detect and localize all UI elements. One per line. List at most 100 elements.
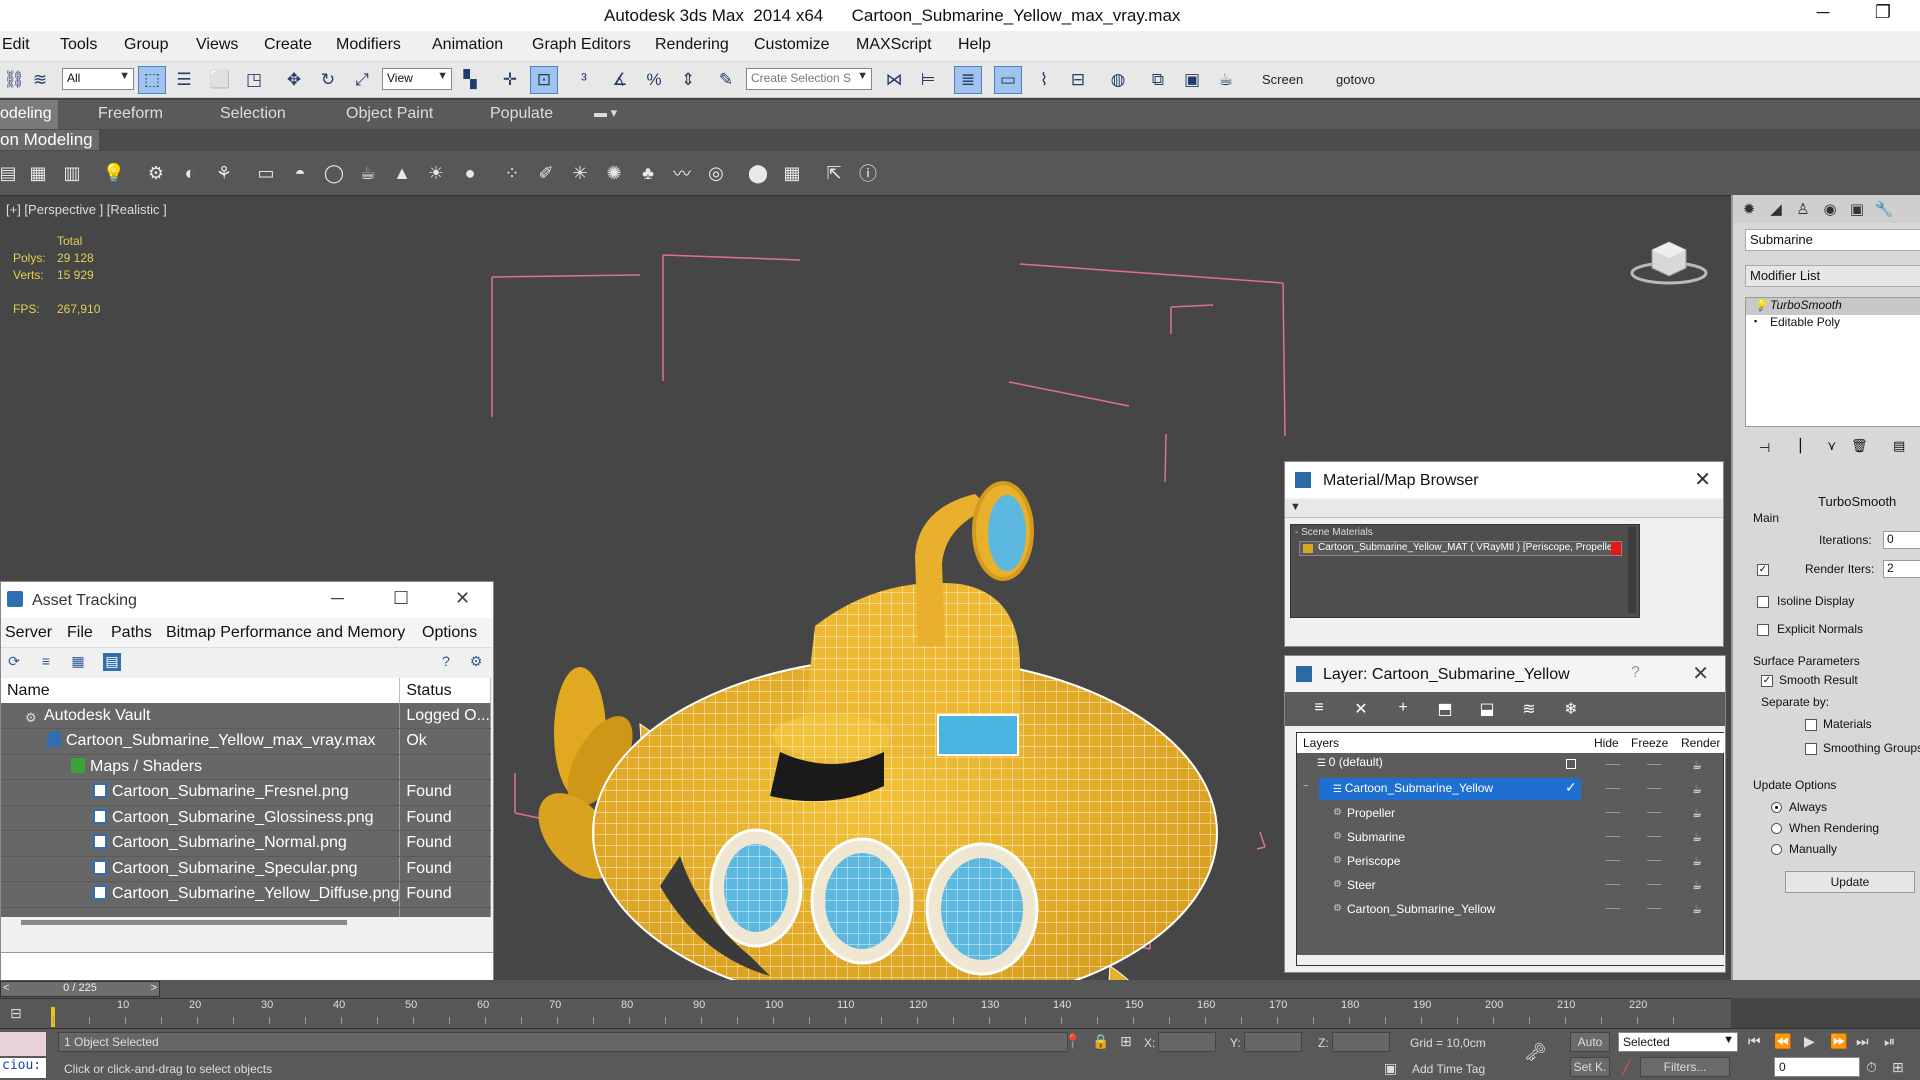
gotovo-label[interactable]: gotovo [1336,72,1375,87]
create-tab-icon[interactable]: ✹ [1737,198,1761,220]
settings-icon[interactable]: ⚙ [467,653,485,671]
menu-animation[interactable]: Animation [432,36,503,54]
graphite-icon[interactable]: ▤ [0,161,20,185]
table-row[interactable]: Maps / Shaders [1,754,491,780]
menu-server[interactable]: Server [5,624,52,642]
reference-coord-dropdown[interactable]: View ▼ [382,68,452,90]
help-icon[interactable]: ⓘ [856,161,880,185]
freeze-all-icon[interactable]: ❄ [1561,699,1581,719]
fur-icon[interactable]: ✳ [568,161,592,185]
previous-frame-icon[interactable]: ⏪ [1774,1033,1791,1050]
spinner-snap-icon[interactable]: ⇕ [674,66,702,94]
select-by-name-icon[interactable]: ☰ [170,66,198,94]
ribbon-options-icon[interactable]: ▬ ▾ [594,105,617,121]
render-setup-icon[interactable]: ⧉ [1144,66,1172,94]
export-icon[interactable]: ⇱ [822,161,846,185]
close-icon[interactable]: ✕ [1694,467,1711,492]
layer-manager-icon[interactable]: ≣ [954,66,982,94]
table-view-icon[interactable]: ▦ [69,653,87,671]
link-nodes-icon[interactable]: ⚙ [144,161,168,185]
mini-curve-editor-icon[interactable]: ⊟ [10,1005,22,1022]
particles-icon[interactable]: ⁘ [500,161,524,185]
y-coordinate-field[interactable] [1244,1032,1302,1052]
sun-icon[interactable]: ☀ [424,161,448,185]
maximize-button[interactable]: ❐ [1868,2,1898,23]
menu-help[interactable]: Help [958,36,991,54]
scrollbar-thumb[interactable] [21,920,347,925]
material-editor-icon[interactable]: ◍ [1104,66,1132,94]
layer-row-selected[interactable]: − ☰ Cartoon_Submarine_Yellow ✓ ☕ [1297,777,1725,801]
freeze-toggle[interactable] [1647,836,1661,837]
render-production-icon[interactable]: ☕ [1212,66,1240,94]
menu-options[interactable]: Options [422,624,477,642]
stack-item-turbosmooth[interactable]: 💡 TurboSmooth [1746,298,1920,315]
hide-toggle[interactable] [1606,764,1620,765]
teapot-icon[interactable]: ☕ [1692,879,1702,892]
menu-group[interactable]: Group [124,36,168,54]
time-configuration-icon[interactable]: ⏱ [1866,1059,1877,1076]
hide-toggle[interactable] [1606,788,1620,789]
smooth-result-checkbox[interactable]: ✓ [1761,675,1773,687]
column-freeze[interactable]: Freeze [1631,736,1668,750]
utilities-tab-icon[interactable]: 🔧 [1872,198,1896,220]
lock-selection-icon[interactable]: 🔒 [1092,1033,1109,1050]
options-dropdown-icon[interactable]: ▼ [1290,501,1301,513]
teapot-icon[interactable]: ☕ [1692,807,1702,820]
list-icon[interactable]: ▦ [26,161,50,185]
delete-layer-icon[interactable]: ✕ [1351,699,1371,719]
time-next-button[interactable]: > [151,982,157,994]
make-unique-icon[interactable]: ⋎ [1827,438,1837,454]
tab-modeling[interactable]: odeling [0,100,58,129]
explicit-normals-checkbox[interactable] [1757,624,1769,636]
pin-stack-icon[interactable]: ⊣ [1759,440,1770,456]
named-selection-set-dropdown[interactable]: Create Selection S ▼ [746,68,872,90]
table-row[interactable]: Cartoon_Submarine_Fresnel.png Found [1,779,491,806]
tab-object-paint[interactable]: Object Paint [346,105,433,123]
curve-editor-icon[interactable]: ⌇ [1030,66,1058,94]
key-filter-icon[interactable]: ╱ [1622,1059,1630,1076]
lightbulb-icon[interactable]: 💡 [102,161,126,185]
tab-selection[interactable]: Selection [220,105,286,123]
grid-view-icon[interactable]: ▤ [103,653,121,671]
close-icon[interactable]: ✕ [1692,661,1709,686]
menu-file[interactable]: File [67,624,93,642]
next-frame-icon[interactable]: ⏩ [1830,1033,1847,1050]
time-prev-button[interactable]: < [3,982,9,994]
sphere-gold-icon[interactable]: ● [458,161,482,185]
maximize-icon[interactable]: ☐ [393,588,409,609]
set-key-button[interactable]: Set K. [1570,1057,1610,1077]
materials-checkbox[interactable] [1805,719,1817,731]
minimize-icon[interactable]: ─ [331,588,344,609]
add-time-tag[interactable]: Add Time Tag [1412,1062,1485,1076]
grid-icon[interactable]: ▦ [780,161,804,185]
remove-modifier-icon[interactable]: 🗑 [1851,438,1868,454]
table-row[interactable]: Cartoon_Submarine_Yellow_Diffuse.png Fou… [1,881,491,908]
paint-icon[interactable]: ✐ [534,161,558,185]
freeze-toggle[interactable] [1647,860,1661,861]
menu-edit[interactable]: Edit [2,36,30,54]
smoothing-groups-checkbox[interactable] [1805,743,1817,755]
table-row[interactable]: ⚙ Autodesk Vault Logged O... [1,703,491,729]
show-end-result-icon[interactable]: ▕ [1791,438,1801,454]
hierarchy-tab-icon[interactable]: ♙ [1791,198,1815,220]
key-filters-button[interactable]: Filters... [1640,1057,1730,1077]
teapot-icon[interactable]: ☕ [1692,831,1702,844]
freeze-toggle[interactable] [1647,764,1661,765]
material-item[interactable]: Cartoon_Submarine_Yellow_MAT ( VRayMtl )… [1299,541,1622,556]
rect-selection-icon[interactable]: ⬜ [206,66,234,94]
half-sphere-icon[interactable]: ◐ [178,161,202,185]
scale-icon[interactable]: ⤢ [348,66,376,94]
close-icon[interactable]: ✕ [455,588,470,609]
tab-freeform[interactable]: Freeform [98,105,163,123]
link-icon[interactable]: ⛓ [0,66,28,94]
render-iters-spinner[interactable]: 2 [1883,560,1920,578]
rotate-icon[interactable]: ↻ [314,66,342,94]
material-sphere-icon[interactable]: ⬤ [746,161,770,185]
hemisphere-icon[interactable]: ◓ [288,161,312,185]
object-row[interactable]: ⚙ Submarine ☕ [1297,825,1725,849]
current-layer-box[interactable] [1566,759,1576,769]
layer-dialog-titlebar[interactable]: Layer: Cartoon_Submarine_Yellow ? ✕ [1285,656,1725,692]
menu-customize[interactable]: Customize [754,36,830,54]
layer-row[interactable]: ☰ 0 (default) ☕ [1297,753,1725,777]
viewcube[interactable] [1630,236,1708,286]
